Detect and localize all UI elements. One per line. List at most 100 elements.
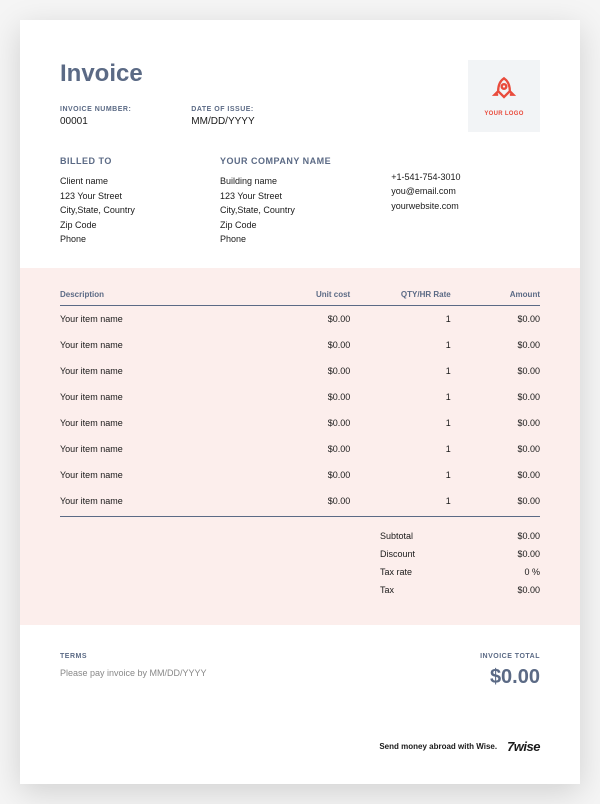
parties-row: BILLED TO Client name 123 Your Street Ci…	[60, 154, 540, 246]
billed-to-block: BILLED TO Client name 123 Your Street Ci…	[60, 154, 160, 246]
discount-value: $0.00	[470, 549, 540, 559]
item-amt: $0.00	[451, 392, 540, 402]
item-amt: $0.00	[451, 340, 540, 350]
item-qty: 1	[350, 392, 450, 402]
item-desc: Your item name	[60, 366, 261, 376]
invoice-number-label: INVOICE NUMBER:	[60, 106, 131, 113]
page-title: Invoice	[60, 60, 468, 88]
rocket-icon	[490, 76, 518, 107]
invoice-total-block: INVOICE TOTAL $0.00	[480, 653, 540, 689]
tax-value: $0.00	[470, 585, 540, 595]
item-qty: 1	[350, 314, 450, 324]
col-header-amount: Amount	[451, 290, 540, 299]
contact-phone: +1-541-754-3010	[391, 170, 491, 184]
logo-text: YOUR LOGO	[484, 111, 523, 117]
date-label: DATE OF ISSUE:	[191, 106, 254, 113]
company-line: Phone	[220, 232, 331, 246]
company-line: 123 Your Street	[220, 189, 331, 203]
item-row: Your item name$0.001$0.00	[60, 358, 540, 384]
company-line: Zip Code	[220, 218, 331, 232]
item-desc: Your item name	[60, 340, 261, 350]
item-cost: $0.00	[261, 496, 350, 506]
footer-row: TERMS Please pay invoice by MM/DD/YYYY I…	[60, 653, 540, 689]
item-amt: $0.00	[451, 314, 540, 324]
logo-placeholder: YOUR LOGO	[468, 60, 540, 132]
contact-block: +1-541-754-3010 you@email.com yourwebsit…	[391, 170, 491, 246]
billed-to-line: Client name	[60, 174, 160, 188]
wise-logo: 7wise	[507, 739, 540, 754]
item-desc: Your item name	[60, 444, 261, 454]
col-header-qty: QTY/HR Rate	[350, 290, 450, 299]
item-cost: $0.00	[261, 418, 350, 428]
item-row: Your item name$0.001$0.00	[60, 436, 540, 462]
billed-to-line: City,State, Country	[60, 203, 160, 217]
subtotal-value: $0.00	[470, 531, 540, 541]
invoice-total-label: INVOICE TOTAL	[480, 653, 540, 660]
item-amt: $0.00	[451, 444, 540, 454]
item-cost: $0.00	[261, 366, 350, 376]
invoice-page: Invoice INVOICE NUMBER: 00001 DATE OF IS…	[20, 20, 580, 784]
item-qty: 1	[350, 444, 450, 454]
wise-tagline: Send money abroad with Wise.	[379, 742, 497, 751]
item-amt: $0.00	[451, 496, 540, 506]
item-desc: Your item name	[60, 496, 261, 506]
items-body: Your item name$0.001$0.00Your item name$…	[60, 306, 540, 514]
company-line: City,State, Country	[220, 203, 331, 217]
item-qty: 1	[350, 496, 450, 506]
tax-row: Tax $0.00	[60, 581, 540, 599]
terms-label: TERMS	[60, 653, 207, 660]
header-left: Invoice INVOICE NUMBER: 00001 DATE OF IS…	[60, 60, 468, 127]
items-header: Description Unit cost QTY/HR Rate Amount	[60, 290, 540, 306]
company-line: Building name	[220, 174, 331, 188]
item-row: Your item name$0.001$0.00	[60, 410, 540, 436]
item-cost: $0.00	[261, 314, 350, 324]
item-amt: $0.00	[451, 418, 540, 428]
terms-text: Please pay invoice by MM/DD/YYYY	[60, 668, 207, 678]
item-row: Your item name$0.001$0.00	[60, 462, 540, 488]
header-row: Invoice INVOICE NUMBER: 00001 DATE OF IS…	[60, 60, 540, 132]
tax-label: Tax	[380, 585, 470, 595]
item-amt: $0.00	[451, 366, 540, 376]
item-qty: 1	[350, 418, 450, 428]
invoice-number-block: INVOICE NUMBER: 00001	[60, 106, 131, 127]
taxrate-label: Tax rate	[380, 567, 470, 577]
taxrate-value: 0 %	[470, 567, 540, 577]
subtotal-label: Subtotal	[380, 531, 470, 541]
meta-row: INVOICE NUMBER: 00001 DATE OF ISSUE: MM/…	[60, 106, 468, 127]
discount-row: Discount $0.00	[60, 545, 540, 563]
items-section: Description Unit cost QTY/HR Rate Amount…	[20, 268, 580, 625]
col-header-description: Description	[60, 290, 261, 299]
subtotal-row: Subtotal $0.00	[60, 527, 540, 545]
contact-email: you@email.com	[391, 184, 491, 198]
billed-to-line: Phone	[60, 232, 160, 246]
item-qty: 1	[350, 470, 450, 480]
item-row: Your item name$0.001$0.00	[60, 488, 540, 514]
item-row: Your item name$0.001$0.00	[60, 306, 540, 332]
date-value: MM/DD/YYYY	[191, 116, 254, 127]
totals-block: Subtotal $0.00 Discount $0.00 Tax rate 0…	[60, 527, 540, 599]
terms-block: TERMS Please pay invoice by MM/DD/YYYY	[60, 653, 207, 678]
item-cost: $0.00	[261, 340, 350, 350]
item-qty: 1	[350, 366, 450, 376]
item-amt: $0.00	[451, 470, 540, 480]
totals-divider	[60, 516, 540, 517]
billed-to-line: Zip Code	[60, 218, 160, 232]
contact-website: yourwebsite.com	[391, 199, 491, 213]
company-block: YOUR COMPANY NAME Building name 123 Your…	[220, 154, 331, 246]
billed-to-line: 123 Your Street	[60, 189, 160, 203]
billed-to-label: BILLED TO	[60, 154, 160, 168]
col-header-unit-cost: Unit cost	[261, 290, 350, 299]
company-label: YOUR COMPANY NAME	[220, 154, 331, 168]
invoice-number-value: 00001	[60, 116, 131, 127]
item-cost: $0.00	[261, 444, 350, 454]
invoice-total-value: $0.00	[480, 666, 540, 689]
item-desc: Your item name	[60, 418, 261, 428]
taxrate-row: Tax rate 0 %	[60, 563, 540, 581]
item-desc: Your item name	[60, 392, 261, 402]
item-qty: 1	[350, 340, 450, 350]
item-row: Your item name$0.001$0.00	[60, 384, 540, 410]
item-row: Your item name$0.001$0.00	[60, 332, 540, 358]
discount-label: Discount	[380, 549, 470, 559]
wise-row: Send money abroad with Wise. 7wise	[60, 739, 540, 754]
item-desc: Your item name	[60, 470, 261, 480]
